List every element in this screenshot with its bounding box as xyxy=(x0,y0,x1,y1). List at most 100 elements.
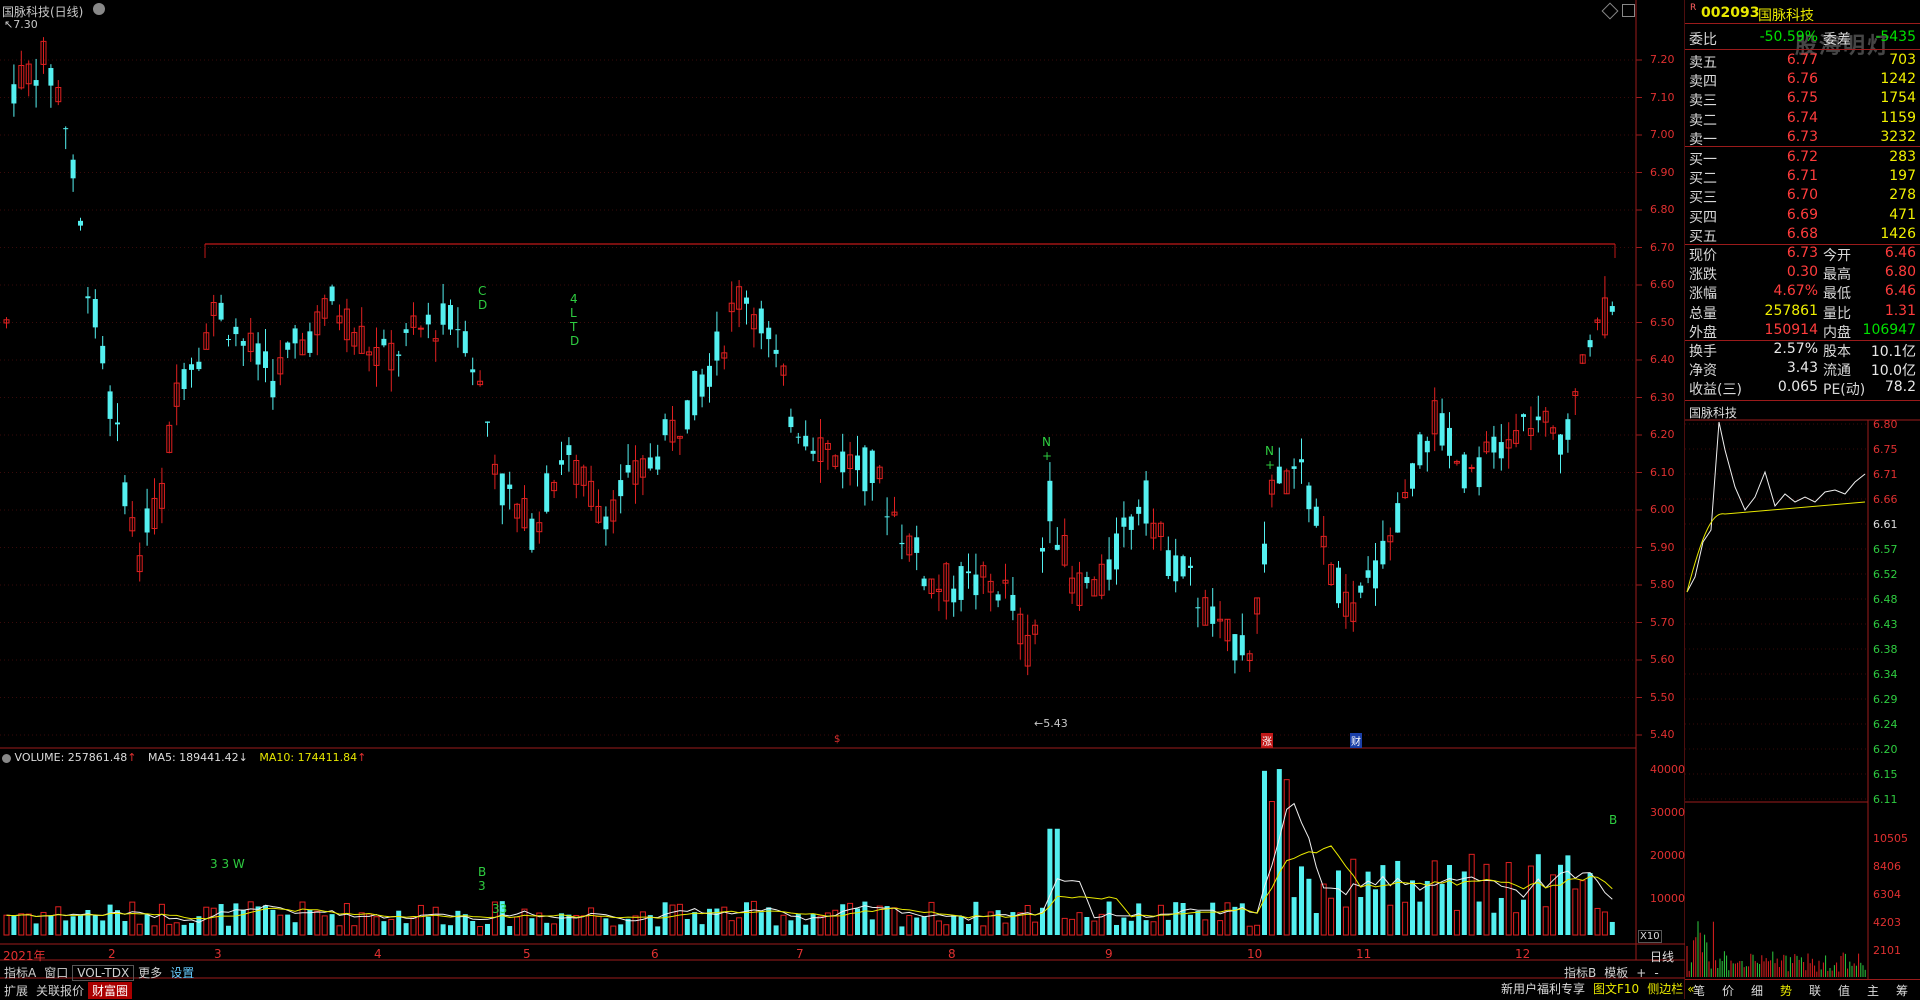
vol-tdx-tab[interactable]: VOL-TDX xyxy=(72,965,134,981)
month-label: 12 xyxy=(1515,947,1530,961)
volume-bar xyxy=(1506,863,1511,935)
volume-bar xyxy=(263,905,268,935)
row-label: 净资 xyxy=(1689,360,1717,380)
f10-link[interactable]: 图文F10 xyxy=(1589,980,1643,997)
candle-body xyxy=(1417,434,1422,465)
intraday-tab[interactable]: 值 xyxy=(1838,982,1850,999)
volume-bar xyxy=(1210,903,1215,935)
volume-bar xyxy=(418,905,423,935)
settings-tab[interactable]: 设置 xyxy=(166,964,198,981)
related-quote-tab[interactable]: 关联报价 xyxy=(32,982,88,999)
intraday-tab[interactable]: 势 xyxy=(1780,982,1792,999)
expand-tab[interactable]: 扩展 xyxy=(0,982,32,999)
finance-row[interactable]: 净资 3.43 流通 10.0亿 xyxy=(1685,360,1920,379)
event-marker-zhang[interactable]: 涨 xyxy=(1261,733,1273,748)
template-tab[interactable]: 模板 xyxy=(1600,964,1632,981)
intraday-tab[interactable]: 主 xyxy=(1867,982,1879,999)
ask-row[interactable]: 卖三 6.75 1754 xyxy=(1685,90,1920,109)
finance-row[interactable]: 换手 2.57% 股本 10.1亿 xyxy=(1685,341,1920,360)
row-value: 6.75 xyxy=(1745,90,1818,106)
intraday-tab[interactable]: 笔 xyxy=(1693,982,1705,999)
event-marker-s[interactable]: $ xyxy=(834,734,840,745)
volume-tick: 40000 xyxy=(1650,763,1685,776)
candle-body xyxy=(1373,560,1378,588)
gear-icon[interactable] xyxy=(2,754,11,763)
candle-body xyxy=(885,516,890,517)
price-tick: 7.00 xyxy=(1650,128,1675,141)
event-marker-cai[interactable]: 财 xyxy=(1350,733,1362,748)
indicator-b-tab[interactable]: 指标B xyxy=(1560,964,1600,981)
volume-bar xyxy=(529,918,534,935)
row-label-2: 今开 xyxy=(1823,245,1851,265)
intraday-panel[interactable]: 国脉科技 6.80 6.75 6.71 6.66 6.61 6.57 6.52 6.48 6.4… xyxy=(1685,402,1920,979)
ma10-value: MA10: 174411.84 xyxy=(259,751,357,764)
volume-bar xyxy=(700,924,705,935)
price-tick: 5.50 xyxy=(1650,691,1675,704)
volume-bar xyxy=(1388,905,1393,935)
price-tick: 5.80 xyxy=(1650,578,1675,591)
bid-row[interactable]: 买二 6.71 197 xyxy=(1685,168,1920,187)
minus-icon[interactable]: - xyxy=(1650,966,1662,980)
row-label: 买一 xyxy=(1689,149,1717,169)
candle-body xyxy=(1462,455,1467,489)
stat-row[interactable]: 涨幅 4.67% 最低 6.46 xyxy=(1685,283,1920,302)
volume-bar xyxy=(959,916,964,935)
volume-bar xyxy=(1299,866,1304,935)
volume-bar xyxy=(1121,918,1126,935)
more-tab[interactable]: 更多 xyxy=(134,964,166,981)
x10-button[interactable]: X10 xyxy=(1638,930,1662,943)
candle-body xyxy=(1262,544,1267,565)
ask-row[interactable]: 卖一 6.73 3232 xyxy=(1685,129,1920,148)
bid-row[interactable]: 买三 6.70 278 xyxy=(1685,187,1920,206)
intraday-tab[interactable]: 价 xyxy=(1722,982,1734,999)
bid-row[interactable]: 买五 6.68 1426 xyxy=(1685,226,1920,245)
promo-link[interactable]: 新用户福利专享 xyxy=(1497,980,1589,997)
wealth-circle-tab[interactable]: 财富圈 xyxy=(88,982,132,999)
volume-bar xyxy=(1269,802,1274,935)
volume-bar xyxy=(1092,921,1097,935)
stat-row[interactable]: 总量 257861 量比 1.31 xyxy=(1685,303,1920,322)
volume-bar xyxy=(307,910,312,935)
stock-code[interactable]: 002093 xyxy=(1701,5,1759,21)
volume-value: VOLUME: 257861.48 xyxy=(15,751,128,764)
window-tab[interactable]: 窗口 xyxy=(40,964,72,981)
intraday-tab[interactable]: 筹 xyxy=(1896,982,1908,999)
row-label: 卖三 xyxy=(1689,90,1717,110)
finance-row[interactable]: 收益(三) 0.065 PE(动) 78.2 xyxy=(1685,379,1920,398)
volume-bar xyxy=(1181,903,1186,935)
vol-signal-w: 3 3 W xyxy=(210,857,245,871)
candle-body xyxy=(381,339,386,345)
sidebar-toggle[interactable]: 侧边栏 xyxy=(1643,980,1687,997)
stock-name[interactable]: 国脉科技 xyxy=(1758,5,1814,25)
signal-t: T xyxy=(570,320,579,334)
stat-row[interactable]: 涨跌 0.30 最高 6.80 xyxy=(1685,264,1920,283)
volume-bar xyxy=(1417,902,1422,935)
kline-chart-area[interactable]: 国脉科技(日线) ↖7.30 7.20 7.10 7.00 6.90 6.80 6.70 6… xyxy=(0,0,1685,999)
row-value: 6.77 xyxy=(1745,52,1818,68)
period-label[interactable]: 日线 xyxy=(1650,948,1674,965)
volume-bar xyxy=(196,916,201,935)
indicator-a-tab[interactable]: 指标A xyxy=(0,964,40,981)
bid-row[interactable]: 买四 6.69 471 xyxy=(1685,207,1920,226)
volume-bar xyxy=(1351,859,1356,935)
volume-bar xyxy=(226,926,231,935)
stat-row[interactable]: 外盘 150914 内盘 106947 xyxy=(1685,322,1920,341)
candle-body xyxy=(959,566,964,600)
volume-bar xyxy=(596,916,601,935)
ask-row[interactable]: 卖二 6.74 1159 xyxy=(1685,110,1920,129)
row-value-2: 197 xyxy=(1889,168,1916,184)
plus-icon[interactable]: + xyxy=(1632,966,1650,980)
month-label: 5 xyxy=(523,947,531,961)
volume-bar xyxy=(1469,854,1474,935)
volume-bar xyxy=(1499,898,1504,935)
candle-body xyxy=(700,375,705,397)
ask-row[interactable]: 卖四 6.76 1242 xyxy=(1685,71,1920,90)
bid-row[interactable]: 买一 6.72 283 xyxy=(1685,149,1920,168)
stat-row[interactable]: 现价 6.73 今开 6.46 xyxy=(1685,245,1920,264)
intraday-tab[interactable]: 细 xyxy=(1751,982,1763,999)
intraday-tab[interactable]: 联 xyxy=(1809,982,1821,999)
ask-row[interactable]: 卖五 6.77 703 xyxy=(1685,52,1920,71)
volume-bar xyxy=(1610,922,1615,935)
volume-bar xyxy=(11,916,16,935)
volume-bar xyxy=(774,925,779,935)
